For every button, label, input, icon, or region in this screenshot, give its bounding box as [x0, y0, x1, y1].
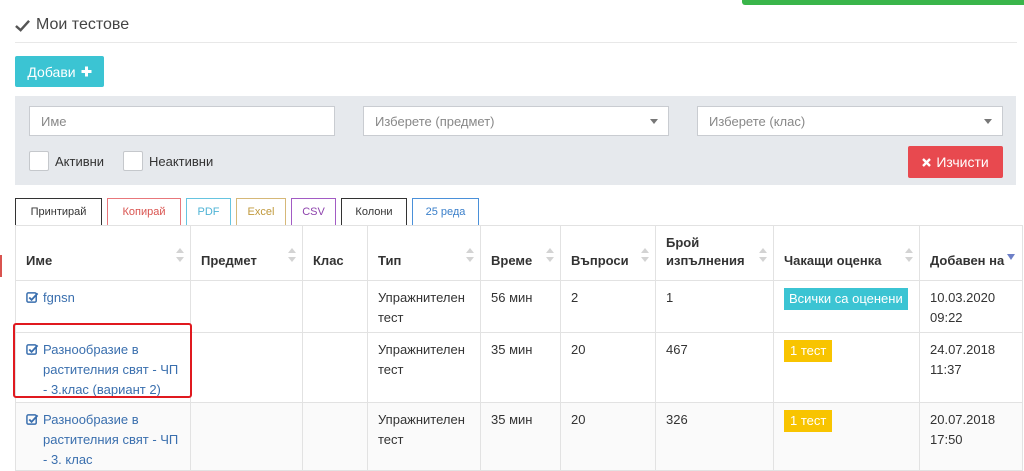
inactive-label: Неактивни [149, 153, 214, 169]
col-header-pending[interactable]: Чакащи оценка [773, 225, 920, 281]
class-select[interactable]: Изберете (клас) [697, 106, 1003, 136]
col-header-subject-label: Предмет [201, 253, 257, 268]
col-header-class-label: Клас [313, 253, 344, 268]
title-divider [15, 42, 1017, 43]
cell-attempts: 1 [655, 280, 774, 333]
cell-added: 10.03.2020 09:22 [919, 280, 1023, 333]
export-toolbar: Принтирай Копирай PDF Excel CSV Колони 2… [15, 198, 479, 226]
col-header-added[interactable]: Добавен на [919, 225, 1023, 281]
page-title: Мои тестове [15, 14, 129, 36]
active-label: Активни [55, 153, 105, 169]
table-header-row: Име Предмет Клас Тип Време Въпроси Брой … [15, 225, 1023, 281]
rows-per-page-button[interactable]: 25 реда [412, 198, 479, 226]
test-name: Разнообразие в растителния свят - ЧП - 3… [43, 412, 179, 467]
cell-name: Разнообразие в растителния свят - ЧП - 3… [15, 402, 191, 471]
cell-subject [190, 280, 303, 333]
class-select-placeholder: Изберете (клас) [709, 113, 806, 129]
col-header-type[interactable]: Тип [367, 225, 481, 281]
active-checkbox[interactable] [29, 151, 49, 171]
status-badge[interactable]: 1 тест [784, 410, 833, 432]
test-link[interactable]: Разнообразие в растителния свят - ЧП - 3… [26, 410, 180, 470]
edit-check-icon [26, 414, 39, 425]
cell-class [302, 402, 368, 471]
clear-filters-label: Изчисти [936, 154, 989, 170]
page-title-text: Мои тестове [36, 16, 130, 33]
cell-time: 35 мин [480, 332, 561, 403]
col-header-name[interactable]: Име [15, 225, 191, 281]
col-header-subject[interactable]: Предмет [190, 225, 303, 281]
print-button[interactable]: Принтирай [15, 198, 102, 226]
sort-icon [176, 248, 184, 262]
cell-class [302, 280, 368, 333]
col-header-time-label: Време [491, 253, 533, 268]
highlight-box [13, 323, 192, 398]
subject-select-placeholder: Изберете (предмет) [375, 113, 495, 129]
col-header-attempts[interactable]: Брой изпълнения [655, 225, 774, 281]
test-link[interactable]: fgnsn [26, 288, 180, 308]
subject-select[interactable]: Изберете (предмет) [363, 106, 669, 136]
col-header-pending-label: Чакащи оценка [784, 253, 882, 268]
sort-icon [759, 248, 767, 262]
status-badge: Всички са оценени [784, 288, 908, 310]
cell-attempts: 326 [655, 402, 774, 471]
notification-bar [742, 0, 1024, 5]
plus-icon [81, 66, 92, 77]
active-filter[interactable]: Активни [29, 151, 104, 171]
csv-button[interactable]: CSV [291, 198, 336, 226]
cell-class [302, 332, 368, 403]
sort-icon [546, 248, 554, 262]
col-header-attempts-label: Брой изпълнения [666, 235, 745, 268]
cell-pending: Всички са оценени [773, 280, 920, 333]
checkmark-icon [15, 19, 30, 32]
close-icon [922, 157, 932, 167]
col-header-type-label: Тип [378, 253, 402, 268]
sort-desc-icon [1007, 254, 1015, 260]
cell-added: 24.07.2018 11:37 [919, 332, 1023, 403]
cell-questions: 20 [560, 402, 656, 471]
add-test-label: Добави [27, 63, 76, 80]
col-header-time[interactable]: Време [480, 225, 561, 281]
cell-attempts: 467 [655, 332, 774, 403]
col-header-name-label: Име [26, 253, 53, 268]
col-header-questions-label: Въпроси [571, 253, 629, 268]
cell-added: 20.07.2018 17:50 [919, 402, 1023, 471]
side-marker [0, 255, 2, 277]
sort-icon [641, 248, 649, 262]
cell-questions: 2 [560, 280, 656, 333]
name-search-input[interactable]: Име [29, 106, 335, 136]
pdf-button[interactable]: PDF [186, 198, 231, 226]
columns-button[interactable]: Колони [341, 198, 407, 226]
test-name: fgnsn [43, 290, 75, 305]
sort-icon [466, 248, 474, 262]
clear-filters-button[interactable]: Изчисти [908, 146, 1003, 178]
cell-time: 56 мин [480, 280, 561, 333]
col-header-class[interactable]: Клас [302, 225, 368, 281]
sort-icon [905, 248, 913, 262]
col-header-added-label: Добавен на [930, 253, 1005, 268]
edit-check-icon [26, 292, 39, 303]
name-search-placeholder: Име [41, 113, 67, 129]
cell-subject [190, 332, 303, 403]
cell-type: Упражнителен тест [367, 280, 481, 333]
cell-questions: 20 [560, 332, 656, 403]
add-test-button[interactable]: Добави [15, 56, 104, 87]
inactive-checkbox[interactable] [123, 151, 143, 171]
cell-pending: 1 тест [773, 332, 920, 403]
cell-type: Упражнителен тест [367, 402, 481, 471]
table-row: Разнообразие в растителния свят - ЧП - 3… [15, 402, 1023, 471]
cell-time: 35 мин [480, 402, 561, 471]
chevron-down-icon [650, 119, 658, 124]
filter-panel: Име Изберете (предмет) Изберете (клас) А… [15, 96, 1016, 185]
cell-pending: 1 тест [773, 402, 920, 471]
cell-type: Упражнителен тест [367, 332, 481, 403]
col-header-questions[interactable]: Въпроси [560, 225, 656, 281]
chevron-down-icon [984, 119, 992, 124]
copy-button[interactable]: Копирай [107, 198, 181, 226]
sort-icon [288, 248, 296, 262]
excel-button[interactable]: Excel [236, 198, 286, 226]
cell-subject [190, 402, 303, 471]
status-badge[interactable]: 1 тест [784, 340, 833, 362]
inactive-filter[interactable]: Неактивни [123, 151, 213, 171]
